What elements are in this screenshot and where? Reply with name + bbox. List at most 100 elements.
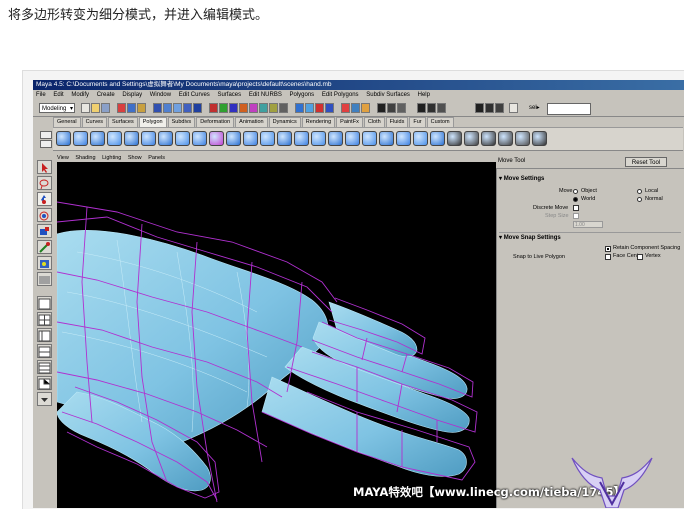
mask-deformer-icon[interactable] bbox=[249, 103, 258, 113]
layout-persp-outliner-icon[interactable] bbox=[37, 328, 52, 342]
poly-torus-icon[interactable] bbox=[141, 131, 156, 146]
panel-menu-panels[interactable]: Panels bbox=[148, 155, 165, 161]
menu-polygons[interactable]: Polygons bbox=[290, 92, 315, 98]
move-settings-header[interactable]: ▾ Move Settings bbox=[499, 175, 679, 184]
menu-edit-curves[interactable]: Edit Curves bbox=[179, 92, 210, 98]
scale-tool-icon[interactable] bbox=[37, 224, 52, 238]
menu-window[interactable]: Window bbox=[150, 92, 171, 98]
show-attribute-editor-icon[interactable] bbox=[377, 103, 386, 113]
clapper-icon[interactable] bbox=[475, 103, 484, 113]
playblast-icon[interactable] bbox=[485, 103, 494, 113]
output-ops-icon[interactable] bbox=[325, 103, 334, 113]
menu-modify[interactable]: Modify bbox=[71, 92, 89, 98]
mask-joint-icon[interactable] bbox=[219, 103, 228, 113]
shelf-tab-rendering[interactable]: Rendering bbox=[301, 117, 336, 127]
layout-persp-graph-icon[interactable] bbox=[37, 344, 52, 358]
mask-surface-icon[interactable] bbox=[239, 103, 248, 113]
select-tool-icon[interactable] bbox=[37, 160, 52, 174]
radio-local[interactable] bbox=[637, 189, 642, 194]
mask-misc-icon[interactable] bbox=[279, 103, 288, 113]
append-icon[interactable] bbox=[379, 131, 394, 146]
layout-options-icon[interactable] bbox=[37, 392, 52, 406]
snap-curve-icon[interactable] bbox=[163, 103, 172, 113]
menu-display[interactable]: Display bbox=[122, 92, 142, 98]
snap-live-icon[interactable] bbox=[193, 103, 202, 113]
shelf-tab-deformation[interactable]: Deformation bbox=[196, 117, 235, 127]
manipulator-tool-icon[interactable] bbox=[37, 240, 52, 254]
delete-edge-icon[interactable] bbox=[464, 131, 479, 146]
graph-editor-icon[interactable] bbox=[427, 103, 436, 113]
save-scene-icon[interactable] bbox=[101, 103, 110, 113]
menu-edit-nurbs[interactable]: Edit NURBS bbox=[249, 92, 282, 98]
panel-menu-lighting[interactable]: Lighting bbox=[102, 155, 121, 161]
dope-sheet-icon[interactable] bbox=[437, 103, 446, 113]
layout-single-icon[interactable] bbox=[37, 296, 52, 310]
face-center-checkbox[interactable] bbox=[605, 254, 611, 260]
show-channel-box-icon[interactable] bbox=[397, 103, 406, 113]
poly-prism-icon[interactable] bbox=[175, 131, 190, 146]
quadrangulate-icon[interactable] bbox=[362, 131, 377, 146]
render-globals-icon[interactable] bbox=[361, 103, 370, 113]
split-icon[interactable] bbox=[396, 131, 411, 146]
boolean-union-icon[interactable] bbox=[277, 131, 292, 146]
select-hierarchy-icon[interactable] bbox=[117, 103, 126, 113]
mask-dynamic-icon[interactable] bbox=[259, 103, 268, 113]
mode-selector[interactable]: Modeling bbox=[39, 103, 75, 114]
perspective-viewport[interactable] bbox=[57, 162, 496, 508]
merge-vertices-icon[interactable] bbox=[447, 131, 462, 146]
separate-icon[interactable] bbox=[243, 131, 258, 146]
panel-menu-view[interactable]: View bbox=[57, 155, 69, 161]
snap-point-icon[interactable] bbox=[173, 103, 182, 113]
shelf-tab-cloth[interactable]: Cloth bbox=[363, 117, 385, 127]
step-size-field[interactable]: 1.00 bbox=[573, 221, 603, 228]
panel-menu-show[interactable]: Show bbox=[128, 155, 142, 161]
boolean-diff-icon[interactable] bbox=[294, 131, 309, 146]
move-tool-icon[interactable] bbox=[37, 192, 52, 206]
extract-icon[interactable] bbox=[260, 131, 275, 146]
shelf-tab-fluids[interactable]: Fluids bbox=[385, 117, 409, 127]
rotate-tool-icon[interactable] bbox=[37, 208, 52, 222]
poly-plane-icon[interactable] bbox=[124, 131, 139, 146]
menu-help[interactable]: Help bbox=[418, 92, 430, 98]
poly-pipe-icon[interactable] bbox=[158, 131, 173, 146]
show-tool-settings-icon[interactable] bbox=[387, 103, 396, 113]
poly-cube-icon[interactable] bbox=[73, 131, 88, 146]
menu-create[interactable]: Create bbox=[97, 92, 115, 98]
poly-sphere-icon[interactable] bbox=[56, 131, 71, 146]
layout-four-icon[interactable] bbox=[37, 312, 52, 326]
shelf-tabs-icon[interactable] bbox=[40, 140, 52, 148]
construction-icon[interactable] bbox=[305, 103, 314, 113]
menu-edit[interactable]: Edit bbox=[53, 92, 63, 98]
smooth-icon[interactable] bbox=[328, 131, 343, 146]
mask-handle-icon[interactable] bbox=[209, 103, 218, 113]
shelf-menu-icon[interactable] bbox=[40, 131, 52, 139]
radio-world[interactable] bbox=[573, 197, 578, 202]
snap-grid-icon[interactable] bbox=[153, 103, 162, 113]
poly-cylinder-icon[interactable] bbox=[90, 131, 105, 146]
layout-hypershade-icon[interactable] bbox=[37, 360, 52, 374]
wedge-icon[interactable] bbox=[498, 131, 513, 146]
show-manipulator-icon[interactable] bbox=[37, 256, 52, 270]
panel-menu-shading[interactable]: Shading bbox=[75, 155, 95, 161]
shelf-tab-surfaces[interactable]: Surfaces bbox=[108, 117, 138, 127]
snap-plane-icon[interactable] bbox=[183, 103, 192, 113]
input-ops-icon[interactable] bbox=[315, 103, 324, 113]
triangulate-icon[interactable] bbox=[345, 131, 360, 146]
last-tool-icon[interactable] bbox=[37, 272, 52, 286]
extrude-edge-icon[interactable] bbox=[430, 131, 445, 146]
menu-surfaces[interactable]: Surfaces bbox=[217, 92, 241, 98]
select-component-icon[interactable] bbox=[137, 103, 146, 113]
lasso-tool-icon[interactable] bbox=[37, 176, 52, 190]
reset-tool-button[interactable]: Reset Tool bbox=[625, 157, 667, 167]
open-scene-icon[interactable] bbox=[91, 103, 100, 113]
boolean-intersect-icon[interactable] bbox=[311, 131, 326, 146]
mask-render-icon[interactable] bbox=[269, 103, 278, 113]
collapse-icon[interactable] bbox=[481, 131, 496, 146]
shelf-tab-curves[interactable]: Curves bbox=[81, 117, 107, 127]
retain-spacing-checkbox[interactable] bbox=[605, 246, 611, 252]
poly-cone-icon[interactable] bbox=[107, 131, 122, 146]
shelf-tab-custom[interactable]: Custom bbox=[426, 117, 454, 127]
shelf-tab-fur[interactable]: Fur bbox=[409, 117, 426, 127]
radio-object[interactable] bbox=[573, 189, 578, 194]
menu-subdiv-surfaces[interactable]: Subdiv Surfaces bbox=[366, 92, 410, 98]
